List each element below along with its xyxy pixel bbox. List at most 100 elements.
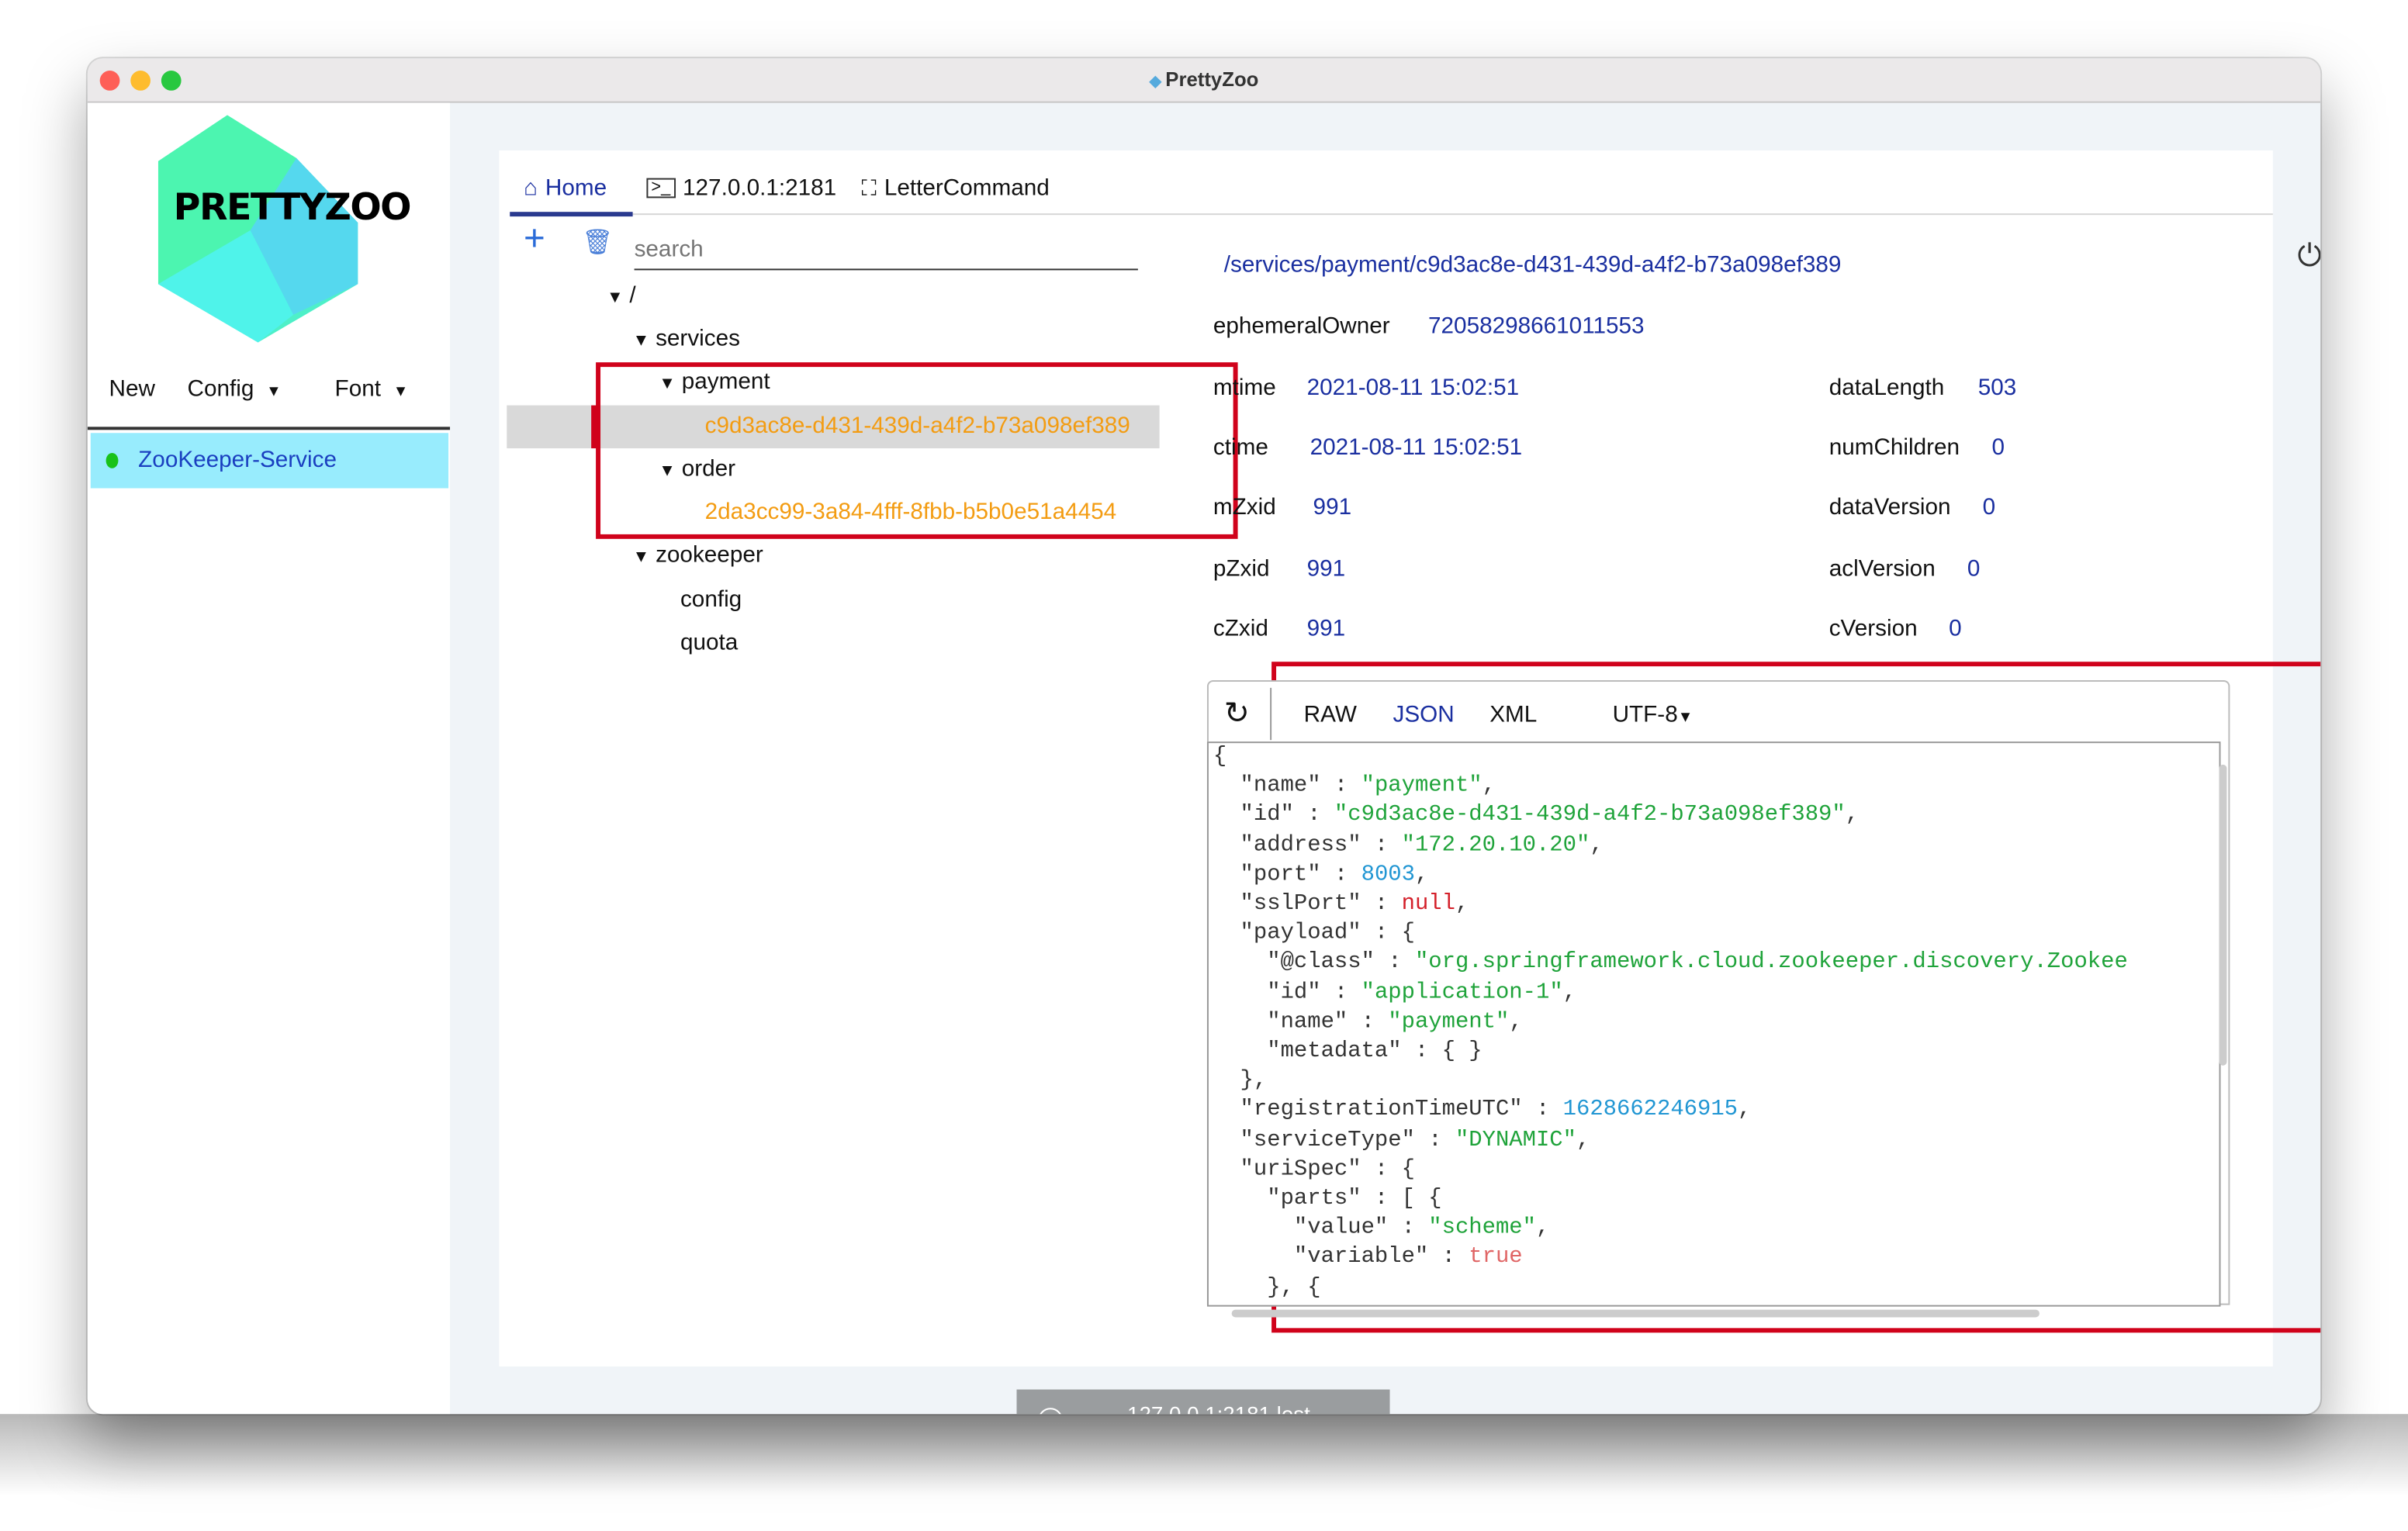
node-label: /: [629, 282, 636, 309]
tree-node-root[interactable]: ▼ /: [607, 282, 636, 309]
svg-text:PRETTYZOO: PRETTYZOO: [174, 186, 412, 229]
code-token: "://": [1428, 1305, 1496, 1306]
code-line: "name" : "payment",: [1213, 772, 2128, 802]
tab-server-terminal[interactable]: >_ 127.0.0.1:2181: [646, 175, 837, 202]
code-token: ,: [1482, 774, 1496, 799]
code-token: ,: [1509, 1010, 1523, 1035]
menu-new[interactable]: New: [109, 376, 155, 403]
highlight-marker: [591, 405, 598, 449]
code-token: "uriSpec" : {: [1213, 1157, 1415, 1182]
caret-down-icon: ▼: [393, 383, 409, 401]
delete-node-button[interactable]: 🗑︎: [582, 227, 613, 258]
refresh-button[interactable]: ↻: [1224, 694, 1250, 732]
encoding-select[interactable]: UTF-8▼: [1613, 702, 1694, 728]
code-line: "address" : "172.20.10.20",: [1213, 831, 2128, 861]
tab-label: Home: [545, 175, 607, 202]
horizontal-scrollbar[interactable]: [1231, 1309, 2040, 1318]
data-version-label: dataVersion: [1828, 494, 1951, 521]
code-token: ,: [1562, 980, 1577, 1005]
num-children-label: numChildren: [1828, 434, 1960, 461]
code-token: "@class" :: [1213, 951, 1415, 976]
tree-node-quota[interactable]: quota: [680, 630, 738, 656]
code-content: { "name" : "payment", "id" : "c9d3ac8e-d…: [1213, 743, 2128, 1306]
trash-icon: 🗑︎: [582, 230, 614, 257]
tab-letter-command[interactable]: ⛶ LetterCommand: [862, 175, 1050, 202]
search-input[interactable]: [634, 226, 1138, 271]
toolbar-separator: [1270, 687, 1272, 741]
code-token: ,: [1455, 892, 1469, 917]
expanded-triangle-icon: ▼: [606, 289, 624, 307]
prettyzoo-logo: PRETTYZOO: [157, 115, 412, 343]
code-token: "scheme": [1428, 1216, 1536, 1242]
tree-node-services[interactable]: ▼ services: [633, 326, 740, 352]
code-token: "DYNAMIC": [1455, 1128, 1576, 1153]
expanded-triangle-icon: ▼: [632, 331, 650, 351]
tree-node-zookeeper[interactable]: ▼ zookeeper: [633, 542, 763, 569]
tree-node-order[interactable]: ▼ order: [659, 456, 735, 482]
num-children-value: 0: [1991, 434, 2005, 461]
window-title: ◆ PrettyZoo: [88, 67, 2320, 91]
code-token: "org.springframework.cloud.zookeeper.dis…: [1414, 951, 2128, 976]
disconnect-button[interactable]: ⏻: [2297, 240, 2320, 275]
code-token: "payment": [1361, 774, 1483, 799]
code-token: "name" :: [1213, 1010, 1389, 1035]
app-window: ◆ PrettyZoo PRETTYZOO New Config ▼ Font ▼ …: [87, 58, 2321, 1415]
code-line: "variable" : true: [1213, 1244, 2128, 1274]
code-line: "sslPort" : null,: [1213, 890, 2128, 920]
toast-message: 127.0.0.1:2181 lost: [1127, 1401, 1310, 1414]
code-token: "parts" : [ {: [1213, 1187, 1442, 1211]
add-node-button[interactable]: +: [524, 220, 545, 258]
code-token: null: [1401, 892, 1455, 917]
c-version-value: 0: [1949, 615, 1962, 642]
code-token: ,: [1738, 1098, 1752, 1123]
menu-font-label: Font: [334, 376, 381, 403]
server-item-zookeeper-service[interactable]: ZooKeeper-Service: [90, 433, 449, 489]
info-icon: [1038, 1408, 1063, 1415]
node-label: c9d3ac8e-d431-439d-a4f2-b73a098ef389: [704, 413, 1130, 440]
tab-home[interactable]: ⌂ Home: [524, 175, 607, 202]
code-token: ,: [1414, 862, 1429, 887]
mtime-label: mtime: [1213, 375, 1276, 401]
node-path[interactable]: /services/payment/c9d3ac8e-d431-439d-a4f…: [1224, 252, 1842, 278]
code-token: "metadata" : { }: [1213, 1039, 1483, 1064]
code-token: }, {: [1213, 1275, 1321, 1301]
expanded-triangle-icon: ▼: [632, 548, 650, 567]
vertical-scrollbar[interactable]: [2219, 764, 2227, 1066]
code-line: "metadata" : { }: [1213, 1038, 2128, 1067]
code-line: "@class" : "org.springframework.cloud.zo…: [1213, 949, 2128, 979]
window-shadow: [0, 1414, 2408, 1531]
tree-node-config[interactable]: config: [680, 586, 742, 613]
tree-node-order-instance[interactable]: 2da3cc99-3a84-4fff-8fbb-b5b0e51a4454: [705, 499, 1117, 525]
code-line: "payload" : {: [1213, 920, 2128, 949]
tree-node-payment-instance[interactable]: c9d3ac8e-d431-439d-a4f2-b73a098ef389: [705, 413, 1130, 440]
format-xml-button[interactable]: XML: [1489, 702, 1537, 728]
format-json-button[interactable]: JSON: [1393, 702, 1454, 728]
ctime-label: ctime: [1213, 434, 1268, 461]
connection-lost-toast: 127.0.0.1:2181 lost: [1016, 1389, 1390, 1415]
data-length-value: 503: [1977, 375, 2017, 401]
format-raw-button[interactable]: RAW: [1304, 702, 1357, 728]
main-card: ⌂ Home >_ 127.0.0.1:2181 ⛶ LetterCommand + …: [499, 150, 2321, 1367]
node-label: zookeeper: [656, 541, 763, 569]
menu-new-label: New: [109, 376, 155, 403]
menu-config[interactable]: Config ▼: [188, 376, 282, 403]
caret-down-icon: ▼: [1677, 709, 1694, 727]
node-label: services: [656, 325, 740, 352]
json-editor[interactable]: { "name" : "payment", "id" : "c9d3ac8e-d…: [1206, 741, 2221, 1307]
mtime-value: 2021-08-11 15:02:51: [1306, 375, 1520, 401]
code-token: "application-1": [1361, 980, 1563, 1005]
node-label: order: [681, 455, 736, 482]
menu-font[interactable]: Font ▼: [335, 376, 409, 403]
code-token: ,: [1576, 1128, 1590, 1153]
code-token: ,: [1496, 1305, 1509, 1306]
code-token: 8003: [1361, 862, 1415, 887]
tree-node-payment[interactable]: ▼ payment: [659, 368, 770, 395]
active-tab-indicator: [510, 212, 633, 217]
acl-version-value: 0: [1967, 555, 1981, 582]
power-icon: ⏻: [2297, 239, 2321, 274]
code-line: {: [1213, 743, 2128, 772]
code-token: "value" :: [1213, 1216, 1429, 1242]
code-token: "c9d3ac8e-d431-439d-a4f2-b73a098ef389": [1334, 804, 1846, 828]
tab-label: 127.0.0.1:2181: [683, 175, 837, 202]
mzxid-label: mZxid: [1213, 494, 1276, 521]
